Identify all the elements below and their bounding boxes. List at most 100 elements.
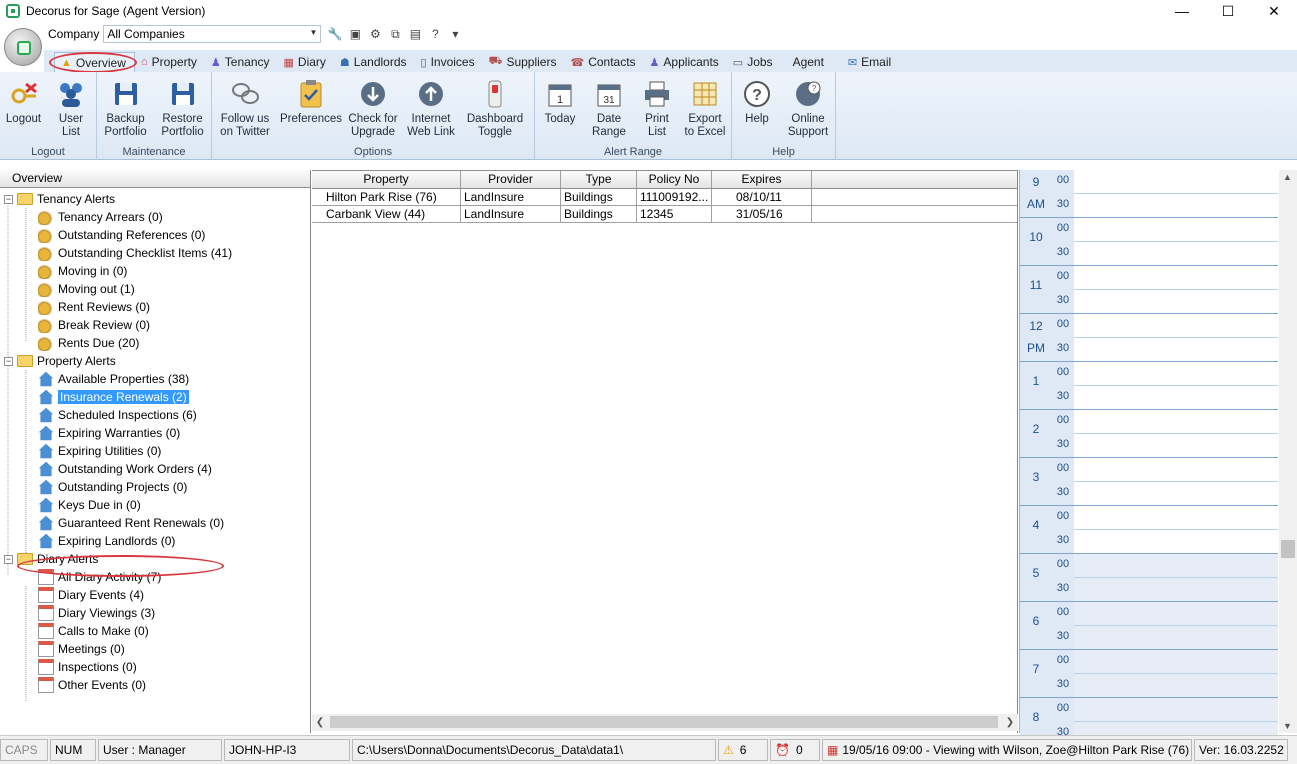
tree-item-keys-due-in[interactable]: Keys Due in (0) — [38, 496, 141, 514]
tab-landlords[interactable]: ☗ Landlords — [334, 52, 415, 72]
follow-twitter-button[interactable]: Follow us on Twitter — [212, 72, 278, 146]
collapse-icon[interactable]: − — [4, 554, 13, 564]
time-slot[interactable] — [1074, 410, 1278, 434]
tree-item-tenancy-arrears[interactable]: Tenancy Arrears (0) — [38, 208, 163, 226]
tree-item-moving-in[interactable]: Moving in (0) — [38, 262, 127, 280]
collapse-icon[interactable]: − — [4, 356, 13, 366]
tree-item-outstanding-references[interactable]: Outstanding References (0) — [38, 226, 205, 244]
tab-property[interactable]: ⌂ Property — [135, 52, 205, 72]
diary-hour-row[interactable]: 7 00 30 — [1020, 650, 1278, 698]
time-slot[interactable] — [1074, 626, 1278, 650]
export-excel-button[interactable]: Export to Excel — [681, 72, 729, 146]
tree-item-scheduled-inspections[interactable]: Scheduled Inspections (6) — [38, 406, 197, 424]
document-icon[interactable]: ▤ — [407, 26, 423, 42]
alarms-count[interactable]: ⏰ 0 — [770, 739, 820, 761]
time-slot[interactable] — [1074, 674, 1278, 698]
time-slot[interactable] — [1074, 362, 1278, 386]
restore-portfolio-button[interactable]: Restore Portfolio — [154, 72, 211, 146]
dashboard-toggle-button[interactable]: Dashboard Toggle — [460, 72, 530, 146]
minimize-button[interactable]: — — [1159, 0, 1205, 22]
backup-portfolio-button[interactable]: Backup Portfolio — [97, 72, 154, 146]
column-header-policy-no[interactable]: Policy No — [637, 171, 712, 188]
tree-item-inspections[interactable]: Inspections (0) — [38, 658, 137, 676]
customize-dropdown-icon[interactable]: ▾ — [447, 26, 463, 42]
tab-jobs[interactable]: ▭ Jobs — [727, 52, 781, 72]
tab-suppliers[interactable]: ⛟ Suppliers — [483, 52, 565, 72]
time-slot[interactable] — [1074, 458, 1278, 482]
date-range-button[interactable]: 31 Date Range — [585, 72, 633, 146]
diary-hour-row[interactable]: 5 00 30 — [1020, 554, 1278, 602]
column-header-expires[interactable]: Expires — [712, 171, 812, 188]
tab-applicants[interactable]: ♟ Applicants — [644, 52, 727, 72]
tree-item-available-properties[interactable]: Available Properties (38) — [38, 370, 189, 388]
time-slot[interactable] — [1074, 578, 1278, 602]
time-slot[interactable] — [1074, 698, 1278, 722]
preferences-button[interactable]: Preferences — [278, 72, 344, 146]
column-header-provider[interactable]: Provider — [461, 171, 561, 188]
network-icon[interactable]: ⧉ — [387, 26, 403, 42]
tree-item-expiring-warranties[interactable]: Expiring Warranties (0) — [38, 424, 180, 442]
tree-item-expiring-utilities[interactable]: Expiring Utilities (0) — [38, 442, 161, 460]
print-list-button[interactable]: Print List — [633, 72, 681, 146]
tab-diary[interactable]: ▦ Diary — [278, 52, 334, 72]
warnings-count[interactable]: ⚠ 6 — [718, 739, 768, 761]
time-slot[interactable] — [1074, 314, 1278, 338]
maximize-button[interactable]: ☐ — [1205, 0, 1251, 22]
tab-tenancy[interactable]: ♟ Tenancy — [205, 52, 278, 72]
tree-item-outstanding-projects[interactable]: Outstanding Projects (0) — [38, 478, 187, 496]
tree-group-tenancy-alerts[interactable]: − Tenancy Alerts — [4, 190, 115, 208]
tree-item-insurance-renewals[interactable]: Insurance Renewals (2) — [38, 388, 189, 406]
horizontal-scrollbar[interactable]: ❮ ❯ — [312, 714, 1018, 731]
tab-invoices[interactable]: ▯ Invoices — [415, 52, 483, 72]
today-button[interactable]: 1 Today — [535, 72, 585, 146]
photo-icon[interactable]: ▣ — [347, 26, 363, 42]
internet-web-link-button[interactable]: Internet Web Link — [402, 72, 460, 146]
diary-hour-row[interactable]: 10 00 30 — [1020, 218, 1278, 266]
time-slot[interactable] — [1074, 194, 1278, 218]
scroll-left-icon[interactable]: ❮ — [312, 717, 328, 728]
tab-email[interactable]: ✉ Email — [832, 52, 899, 72]
table-row[interactable]: Carbank View (44) LandInsure Buildings 1… — [312, 206, 1017, 223]
logout-button[interactable]: Logout — [0, 72, 47, 146]
help-icon[interactable]: ? — [427, 26, 443, 42]
column-header-type[interactable]: Type — [561, 171, 637, 188]
time-slot[interactable] — [1074, 266, 1278, 290]
scrollbar-thumb[interactable] — [330, 716, 998, 728]
tree-item-break-review[interactable]: Break Review (0) — [38, 316, 150, 334]
application-menu-button[interactable] — [4, 28, 42, 66]
diary-hour-row[interactable]: 9 AM 00 30 — [1020, 170, 1278, 218]
diary-hour-row[interactable]: 2 00 30 — [1020, 410, 1278, 458]
vertical-scrollbar[interactable]: ▲ ▼ — [1279, 170, 1297, 733]
table-row[interactable]: Hilton Park Rise (76) LandInsure Buildin… — [312, 189, 1017, 206]
scroll-right-icon[interactable]: ❯ — [1002, 717, 1018, 728]
time-slot[interactable] — [1074, 338, 1278, 362]
tree-item-diary-viewings[interactable]: Diary Viewings (3) — [38, 604, 155, 622]
wrench-icon[interactable]: 🔧 — [327, 26, 343, 42]
time-slot[interactable] — [1074, 650, 1278, 674]
tree-item-outstanding-checklist[interactable]: Outstanding Checklist Items (41) — [38, 244, 232, 262]
company-select[interactable]: All Companies ▼ — [103, 25, 322, 43]
time-slot[interactable] — [1074, 242, 1278, 266]
tree-item-outstanding-work-orders[interactable]: Outstanding Work Orders (4) — [38, 460, 212, 478]
tree-item-rent-reviews[interactable]: Rent Reviews (0) — [38, 298, 150, 316]
next-diary-event[interactable]: ▦ 19/05/16 09:00 - Viewing with Wilson, Z… — [822, 739, 1192, 761]
tree-group-property-alerts[interactable]: − Property Alerts — [4, 352, 116, 370]
time-slot[interactable] — [1074, 290, 1278, 314]
diary-hour-row[interactable]: 1 00 30 — [1020, 362, 1278, 410]
close-button[interactable]: ✕ — [1251, 0, 1297, 22]
time-slot[interactable] — [1074, 482, 1278, 506]
time-slot[interactable] — [1074, 386, 1278, 410]
scrollbar-thumb[interactable] — [1281, 540, 1295, 558]
tab-agent[interactable]: Agent — [781, 52, 832, 72]
diary-hour-row[interactable]: 11 00 30 — [1020, 266, 1278, 314]
tree-item-moving-out[interactable]: Moving out (1) — [38, 280, 135, 298]
time-slot[interactable] — [1074, 506, 1278, 530]
help-button[interactable]: ? Help — [732, 72, 782, 146]
diary-hour-row[interactable]: 3 00 30 — [1020, 458, 1278, 506]
tree-item-expiring-landlords[interactable]: Expiring Landlords (0) — [38, 532, 175, 550]
tree-item-other-events[interactable]: Other Events (0) — [38, 676, 146, 694]
collapse-icon[interactable]: − — [4, 194, 13, 204]
diary-hour-row[interactable]: 4 00 30 — [1020, 506, 1278, 554]
scroll-down-icon[interactable]: ▼ — [1283, 721, 1292, 731]
tree-item-diary-events[interactable]: Diary Events (4) — [38, 586, 144, 604]
